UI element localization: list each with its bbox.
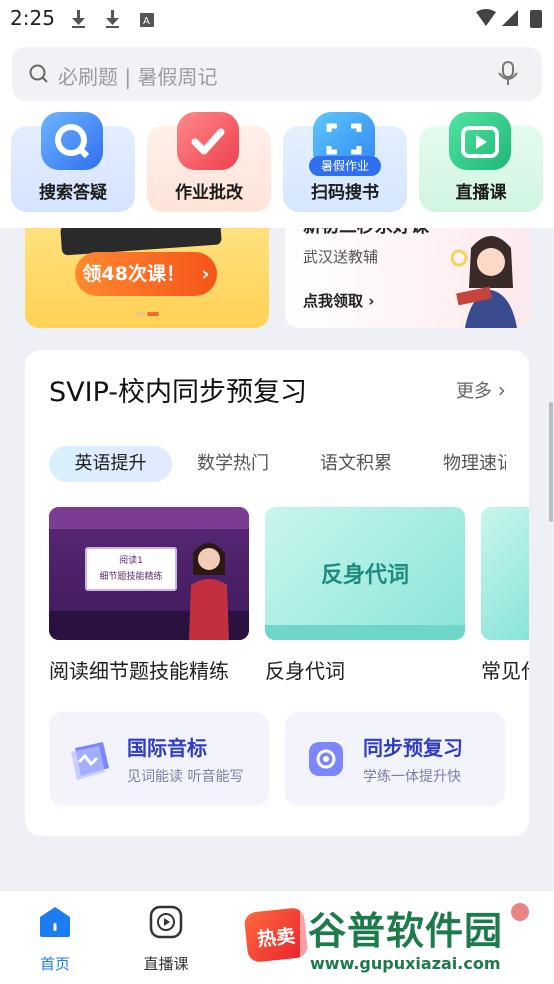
search-icon [29,64,48,83]
nav-label: 首页 [39,955,70,973]
download-icons: A [72,10,154,28]
feature-subtitle: 见词能读 听音能写 [127,769,244,785]
claim-lessons-button[interactable]: 领48次课！ › [75,252,217,296]
tab-english[interactable]: 英语提升 [49,446,172,482]
stage-curtain [49,507,249,529]
cover-title: 反身代词 [320,563,409,588]
watermark: 谷普软件园 www.gupuxiazai.com [300,896,552,984]
lesson-board: 阅读1 细节题技能精练 [85,547,177,591]
svg-text:A: A [143,16,150,27]
nav-home[interactable]: 首页 [22,903,88,975]
cover-stripe [265,625,465,640]
claim-lessons-label: 领48次课！ [82,263,185,285]
video-thumb-reading[interactable]: 阅读1 细节题技能精练 [49,507,249,640]
carousel-dot [135,312,145,316]
more-label: 更多 [456,381,492,402]
tab-math[interactable]: 数学热门 [197,446,269,482]
nav-hot-sale[interactable]: 热卖 [243,907,309,963]
signal-battery-icons [476,9,542,28]
board-line: 阅读1 [119,556,143,566]
tile-label: 作业批改 [175,183,243,203]
watermark-text: 谷普软件园 [308,909,504,953]
tile-scan-book[interactable]: 暑假作业 扫码搜书 [283,112,407,212]
tab-physics[interactable]: 物理速记 [443,446,506,482]
video-thumb-partial[interactable] [481,507,529,640]
status-bar: 2:25 A [0,0,554,40]
nav-live[interactable]: 直播课 [133,903,199,975]
nav-label: 直播课 [143,955,189,973]
section-title: SVIP-校内同步预复习 [49,377,308,408]
promo-banner-left[interactable]: 领48次课！ › [25,228,269,328]
tile-search-answer[interactable]: 搜索答疑 [11,112,135,212]
banner-subtitle: 武汉送教辅 [303,248,379,266]
scrollbar[interactable] [549,402,553,522]
microphone-icon[interactable] [497,61,519,87]
play-tv-icon [449,112,511,170]
feature-subtitle: 学练一体提升快 [363,769,461,785]
search-answer-icon [41,112,103,170]
tile-label: 扫码搜书 [311,183,379,203]
hot-sale-label: 热卖 [256,925,297,951]
banner-link[interactable]: 点我领取 › [303,290,374,311]
promo-banner-right[interactable]: 新初三秒杀好课 武汉送教辅 点我领取 › [285,228,530,328]
feature-title: 国际音标 [127,736,207,760]
feature-phonetics[interactable]: 国际音标 见词能读 听音能写 [49,712,269,806]
more-link[interactable]: 更多 › [456,377,506,403]
board-line: 细节题技能精练 [99,572,163,582]
video-thumb-reflexive[interactable]: 反身代词 [265,507,465,640]
feature-sync-review[interactable]: 同步预复习 学练一体提升快 [285,712,505,806]
banner-title: 新初三秒杀好课 [303,228,429,238]
search-bar[interactable]: 必刷题 | 暑假周记 [12,47,542,101]
play-circle-icon [149,905,183,939]
tile-live-class[interactable]: 直播课 [419,112,543,212]
video-title[interactable]: 阅读细节题技能精练 [49,655,229,684]
tile-label: 直播课 [455,183,507,203]
search-placeholder: 必刷题 | 暑假周记 [58,65,218,89]
tab-chinese[interactable]: 语文积累 [320,446,392,482]
summer-homework-badge: 暑假作业 [309,156,381,176]
chevron-right-icon: › [497,378,506,402]
banner-link-label: 点我领取 [303,292,364,310]
video-title[interactable]: 反身代词 [265,655,345,684]
tile-homework-check[interactable]: 作业批改 [147,112,271,212]
sync-review-icon [309,742,343,776]
watermark-url: www.gupuxiazai.com [310,954,501,973]
check-icon [177,112,239,170]
chevron-right-icon: › [368,292,375,310]
feature-title: 同步预复习 [363,736,463,760]
status-time: 2:25 [10,6,55,30]
chevron-right-icon: › [201,263,210,285]
home-icon [40,907,70,937]
student-illustration [451,236,517,328]
teacher-figure [189,543,229,640]
tile-label: 搜索答疑 [39,183,107,203]
carousel-dot-active [147,312,159,316]
phonetics-icon [71,742,109,780]
video-title[interactable]: 常见代 [481,655,529,684]
